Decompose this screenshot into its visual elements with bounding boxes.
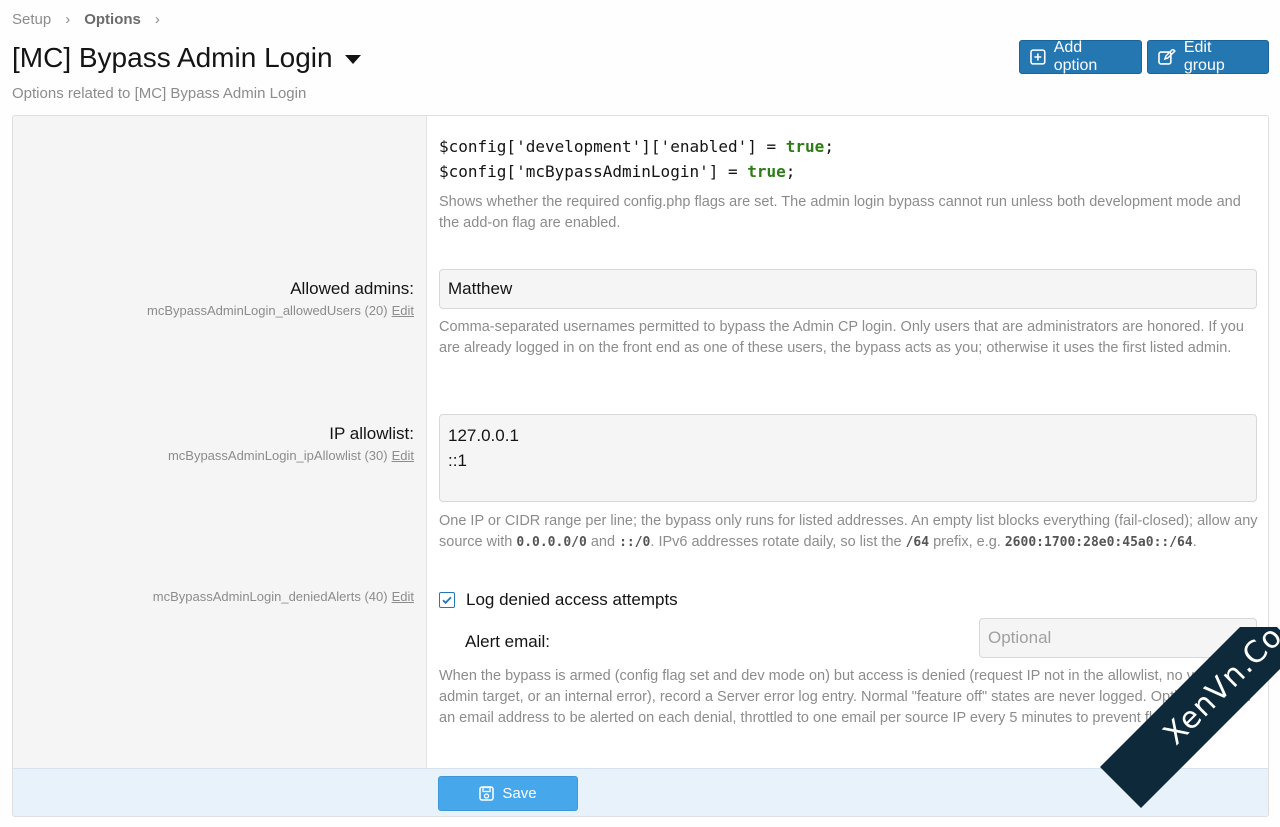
alert-email-label: Alert email: bbox=[465, 632, 551, 651]
edit-group-label: Edit group bbox=[1183, 39, 1225, 74]
allowed-admins-input[interactable]: Matthew bbox=[439, 269, 1257, 309]
edit-group-button[interactable]: Edit group bbox=[1147, 39, 1269, 74]
ip-allowlist-hint: mcBypassAdminLogin_ipAllowlist (30) Edit bbox=[168, 448, 414, 463]
config-line-development: $config['development']['enabled'] = true… bbox=[439, 137, 834, 156]
ip-allowlist-label: IP allowlist: bbox=[329, 424, 414, 443]
log-denied-checkbox-row[interactable]: Log denied access attempts bbox=[439, 590, 678, 610]
config-value-true: true bbox=[785, 137, 825, 156]
page-title: [MC] Bypass Admin Login bbox=[12, 42, 333, 73]
ip-allowlist-explain: One IP or CIDR range per line; the bypas… bbox=[439, 511, 1259, 553]
denied-alerts-edit-link[interactable]: Edit bbox=[392, 589, 414, 604]
denied-alerts-explain: When the bypass is armed (config flag se… bbox=[439, 668, 1253, 726]
checkbox-checked-icon[interactable] bbox=[439, 592, 455, 608]
config-line-addon: $config['mcBypassAdminLogin'] = true; bbox=[439, 162, 795, 181]
allowed-admins-option-id: mcBypassAdminLogin_allowedUsers (20) bbox=[146, 303, 388, 318]
ip-code-any-v6: ::/0 bbox=[619, 535, 651, 550]
save-button[interactable]: Save bbox=[438, 776, 578, 811]
log-denied-checkbox-label: Log denied access attempts bbox=[466, 590, 678, 609]
ip-allowlist-option-id: mcBypassAdminLogin_ipAllowlist (30) bbox=[167, 448, 388, 463]
ip-explain-part: . bbox=[1192, 534, 1197, 550]
breadcrumb-options[interactable]: Options bbox=[84, 11, 141, 28]
ip-explain-part: and bbox=[586, 534, 620, 550]
chevron-right-icon: › bbox=[154, 11, 160, 28]
allowed-admins-hint: mcBypassAdminLogin_allowedUsers (20) Edit bbox=[147, 303, 414, 318]
ip-code-prefix: /64 bbox=[905, 535, 930, 550]
ip-code-any-v4: 0.0.0.0/0 bbox=[516, 535, 587, 550]
add-option-label: Add option bbox=[1053, 39, 1098, 74]
chevron-right-icon: › bbox=[65, 11, 71, 28]
config-line-development-text: $config['development']['enabled'] = bbox=[439, 137, 786, 156]
config-explain: Shows whether the required config.php fl… bbox=[439, 194, 1241, 231]
config-line-addon-text: $config['mcBypassAdminLogin'] = bbox=[439, 162, 748, 181]
edit-icon bbox=[1158, 49, 1176, 65]
allowed-admins-edit-link[interactable]: Edit bbox=[392, 303, 414, 318]
caret-down-icon[interactable] bbox=[344, 55, 361, 64]
ip-explain-part: prefix, e.g. bbox=[929, 534, 1005, 550]
add-option-button[interactable]: Add option bbox=[1019, 39, 1142, 74]
save-label: Save bbox=[502, 785, 537, 802]
save-icon bbox=[479, 786, 495, 801]
denied-alerts-option-id: mcBypassAdminLogin_deniedAlerts (40) bbox=[152, 589, 388, 604]
config-value-true: true bbox=[747, 162, 786, 181]
config-semicolon: ; bbox=[824, 137, 834, 156]
ip-explain-part: . IPv6 addresses rotate daily, so list t… bbox=[650, 534, 906, 550]
denied-alerts-hint: mcBypassAdminLogin_deniedAlerts (40) Edit bbox=[153, 589, 414, 604]
ip-code-example: 2600:1700:28e0:45a0::/64 bbox=[1004, 535, 1193, 550]
allowed-admins-explain: Comma-separated usernames permitted to b… bbox=[439, 319, 1244, 356]
plus-square-icon bbox=[1030, 49, 1046, 65]
alert-email-input[interactable]: Optional bbox=[979, 618, 1257, 658]
ip-allowlist-textarea[interactable]: 127.0.0.1 ::1 bbox=[439, 414, 1257, 502]
config-semicolon: ; bbox=[785, 162, 796, 181]
page-title-row: [MC] Bypass Admin Login bbox=[12, 42, 361, 74]
options-panel: $config['development']['enabled'] = true… bbox=[12, 115, 1269, 817]
allowed-admins-label: Allowed admins: bbox=[290, 279, 414, 298]
breadcrumb: Setup › Options › bbox=[12, 11, 174, 28]
page-subtitle: Options related to [MC] Bypass Admin Log… bbox=[12, 85, 307, 102]
form-footer: Save bbox=[13, 768, 1268, 816]
breadcrumb-setup[interactable]: Setup bbox=[12, 11, 51, 28]
ip-allowlist-edit-link[interactable]: Edit bbox=[392, 448, 414, 463]
